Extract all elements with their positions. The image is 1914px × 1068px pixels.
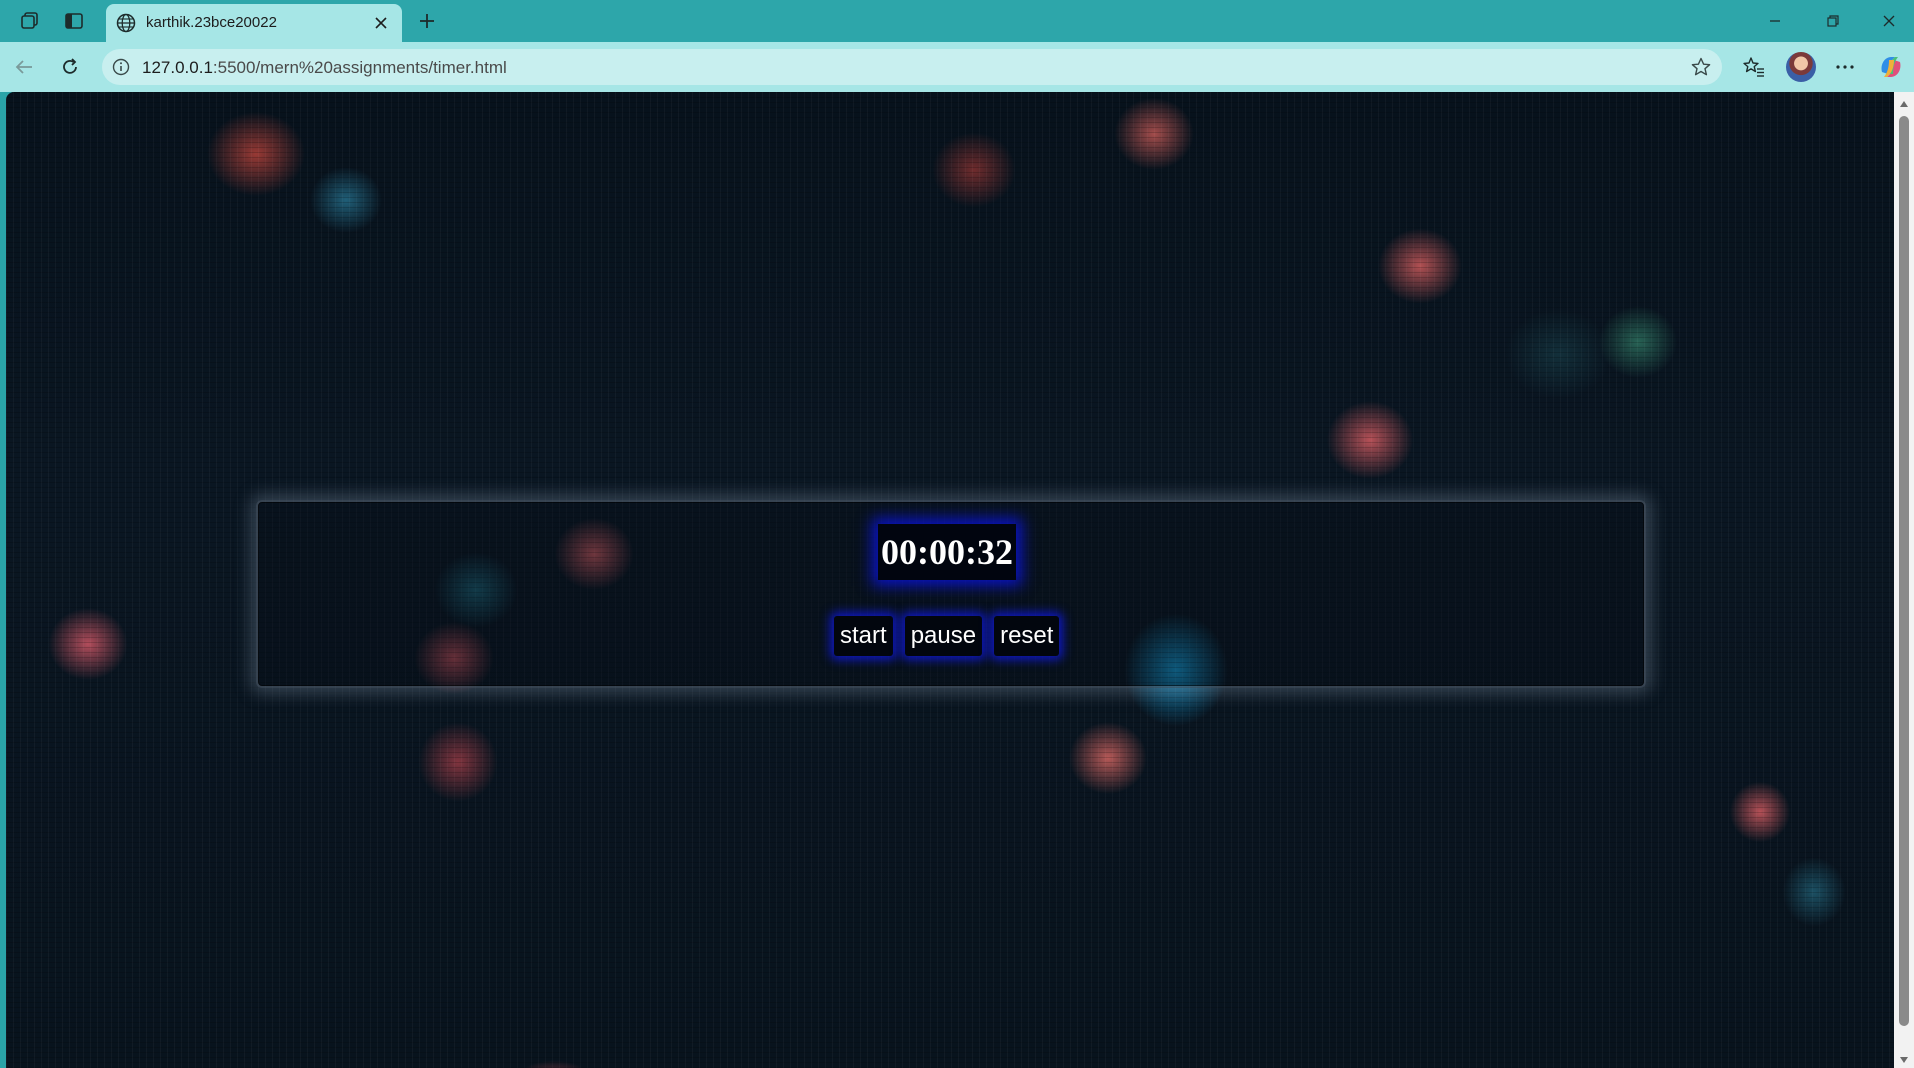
scrollbar-thumb[interactable] [1899, 116, 1909, 1026]
timer-display: 00:00:32 [878, 524, 1016, 580]
url-path: :5500/mern%20assignments/timer.html [212, 58, 507, 77]
browser-tab[interactable]: karthik.23bce20022 [106, 4, 402, 42]
minimize-icon [1770, 20, 1780, 22]
page-viewport: 00:00:32 start pause reset [6, 92, 1894, 1068]
minimize-button[interactable] [1752, 6, 1798, 36]
workspaces-icon[interactable] [16, 8, 44, 34]
back-button[interactable] [8, 51, 40, 83]
tab-title: karthik.23bce20022 [146, 14, 277, 31]
info-icon[interactable] [112, 58, 130, 76]
restore-button[interactable] [1810, 6, 1856, 36]
star-icon[interactable] [1690, 56, 1712, 78]
address-bar[interactable]: 127.0.0.1:5500/mern%20assignments/timer.… [102, 49, 1722, 85]
restore-icon [1827, 15, 1839, 27]
new-tab-button[interactable] [414, 8, 440, 34]
globe-icon [115, 12, 137, 34]
avatar[interactable] [1786, 52, 1816, 82]
scroll-down-arrow-icon[interactable] [1898, 1054, 1910, 1066]
more-icon[interactable] [1829, 51, 1861, 83]
refresh-icon [63, 58, 77, 74]
start-button[interactable]: start [834, 616, 893, 656]
favorites-icon[interactable] [1738, 51, 1770, 83]
close-window-button[interactable] [1866, 6, 1912, 36]
reset-button[interactable]: reset [994, 616, 1060, 656]
close-icon [1883, 15, 1895, 27]
copilot-icon[interactable] [1876, 52, 1906, 82]
title-bar: karthik.23bce20022 [0, 0, 1914, 42]
timer-controls: start pause reset [834, 616, 1060, 656]
vertical-tabs-icon[interactable] [60, 8, 88, 34]
refresh-button[interactable] [54, 51, 86, 83]
close-tab-icon[interactable] [370, 12, 392, 34]
pause-button[interactable]: pause [904, 616, 983, 656]
url-host: 127.0.0.1 [142, 58, 213, 77]
scroll-up-arrow-icon[interactable] [1898, 98, 1910, 110]
url-text[interactable]: 127.0.0.1:5500/mern%20assignments/timer.… [142, 58, 507, 78]
browser-toolbar: 127.0.0.1:5500/mern%20assignments/timer.… [0, 42, 1914, 92]
plus-icon [420, 14, 434, 28]
back-arrow-icon [15, 60, 32, 74]
vertical-scrollbar[interactable] [1894, 92, 1914, 1068]
timer-card: 00:00:32 start pause reset [256, 500, 1646, 688]
